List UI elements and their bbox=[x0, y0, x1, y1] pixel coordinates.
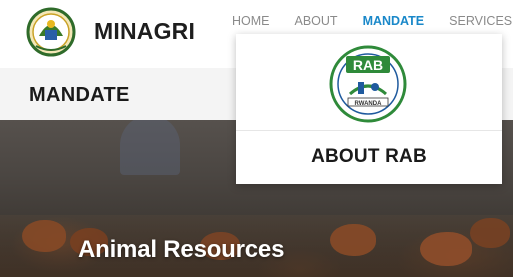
rab-logo-text: RAB bbox=[353, 57, 383, 73]
mandate-dropdown-menu: RAB RWANDA ABOUT RAB bbox=[236, 34, 502, 184]
dropdown-divider bbox=[236, 130, 502, 131]
hen-shape bbox=[22, 220, 66, 252]
rab-logo-icon[interactable]: RAB RWANDA bbox=[328, 42, 408, 126]
hen-shape bbox=[330, 224, 376, 256]
nav-about[interactable]: ABOUT bbox=[295, 14, 338, 30]
hero-title: Animal Resources bbox=[78, 236, 285, 263]
hero-person-shape bbox=[120, 120, 180, 175]
rab-logo-caption: RWANDA bbox=[355, 101, 383, 107]
brand-name[interactable]: MINAGRI bbox=[94, 18, 195, 45]
about-rab-link[interactable]: ABOUT RAB bbox=[236, 146, 502, 168]
hen-shape bbox=[420, 232, 472, 266]
coat-of-arms-icon[interactable] bbox=[26, 6, 76, 60]
nav-mandate[interactable]: MANDATE bbox=[363, 14, 425, 30]
page-title: MANDATE bbox=[29, 84, 130, 106]
main-nav: HOME ABOUT MANDATE SERVICES bbox=[232, 14, 513, 30]
nav-home[interactable]: HOME bbox=[232, 14, 270, 30]
nav-services[interactable]: SERVICES bbox=[449, 14, 512, 30]
hen-shape bbox=[470, 218, 510, 248]
